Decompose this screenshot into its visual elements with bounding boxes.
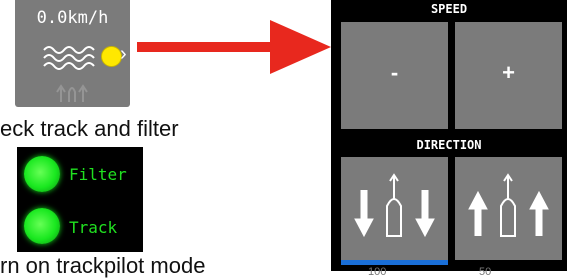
speed-section-header: SPEED [430, 2, 468, 16]
indicator-legend: Filter Track [17, 147, 143, 252]
faint-direction-arrows-icon [56, 84, 88, 102]
control-panel: SPEED - + DIRECTION 100 50 [331, 0, 567, 278]
cut-off-label-left: 100 [368, 266, 387, 278]
direction-section-header: DIRECTION [416, 138, 482, 152]
speed-decrease-label: - [390, 60, 399, 85]
direction-forward-button[interactable] [455, 157, 562, 260]
caption-check-track: eck track and filter [0, 116, 179, 141]
direction-backward-button[interactable] [341, 157, 448, 260]
active-direction-indicator [341, 260, 448, 265]
cut-off-label-right: 50 [479, 266, 492, 278]
chevron-right-icon[interactable]: › [120, 42, 127, 66]
speed-decrease-button[interactable]: - [341, 22, 448, 129]
caption-trackpilot-mode: rn on trackpilot mode [0, 253, 206, 278]
speed-readout: 0.0km/h [36, 8, 109, 28]
direction-forward-icon [468, 173, 549, 237]
waves-icon [43, 46, 95, 70]
speed-tile[interactable]: 0.0km/h › [15, 0, 130, 107]
status-dot [101, 46, 122, 67]
speed-increase-label: + [502, 60, 515, 85]
filter-indicator-light [24, 156, 60, 192]
speed-increase-button[interactable]: + [455, 22, 562, 129]
filter-indicator-label: Filter [69, 165, 127, 184]
track-indicator-label: Track [69, 218, 118, 237]
track-indicator-light [24, 208, 60, 244]
pointer-arrow-icon [137, 20, 331, 74]
direction-backward-icon [354, 173, 435, 238]
